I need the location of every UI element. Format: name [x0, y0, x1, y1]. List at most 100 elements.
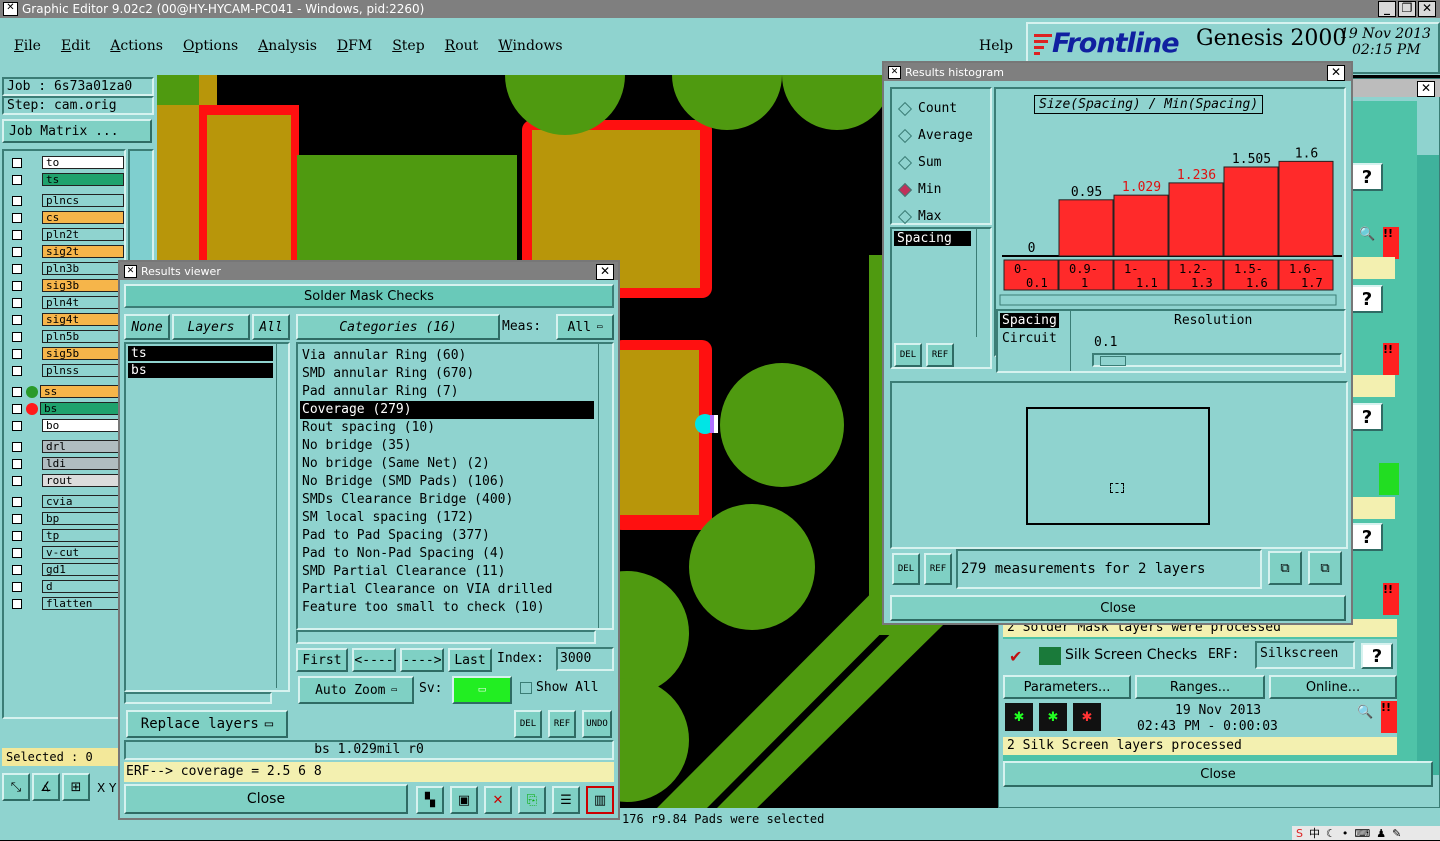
- category-item[interactable]: Via annular Ring (60): [300, 347, 594, 365]
- help-button-2[interactable]: ?: [1351, 285, 1383, 313]
- layer-checkbox[interactable]: [12, 513, 22, 524]
- silk-help-button[interactable]: ?: [1361, 643, 1393, 669]
- menu-file[interactable]: File: [14, 38, 41, 54]
- tray-moon-icon[interactable]: ☾: [1326, 827, 1336, 840]
- layer-checkbox[interactable]: [12, 420, 22, 431]
- layer-name[interactable]: ldi: [42, 457, 124, 470]
- layer-row-gd1[interactable]: gd1: [4, 561, 124, 578]
- grid-tool-icon[interactable]: ⊞: [62, 773, 90, 801]
- all-layers-button[interactable]: All: [252, 314, 290, 340]
- layer-checkbox[interactable]: [12, 598, 22, 609]
- layer-name[interactable]: ts: [42, 173, 124, 186]
- layer-name[interactable]: gd1: [42, 563, 124, 576]
- layer-list-hscroll[interactable]: [124, 692, 272, 704]
- category-item[interactable]: SMD annular Ring (670): [300, 365, 594, 383]
- resolution-slider[interactable]: [1092, 353, 1342, 367]
- layer-checkbox[interactable]: [12, 212, 22, 223]
- category-item[interactable]: SM local spacing (172): [300, 509, 594, 527]
- viewer-close-button[interactable]: Close: [124, 784, 408, 814]
- layer-row-to[interactable]: to: [4, 154, 124, 171]
- layer-row-pln4t[interactable]: pln4t: [4, 294, 124, 311]
- radio-diamond-icon[interactable]: [897, 182, 913, 197]
- layer-checkbox[interactable]: [12, 564, 22, 575]
- layer-name[interactable]: sig2t: [42, 245, 124, 258]
- export-image-icon[interactable]: ⧉: [1268, 551, 1302, 585]
- layer-row-sig3b[interactable]: sig3b: [4, 277, 124, 294]
- severity-dropdown[interactable]: ▭: [452, 676, 512, 704]
- layer-checkbox[interactable]: [12, 195, 22, 206]
- export-icon[interactable]: ▣: [450, 786, 478, 814]
- viewer-undo-button[interactable]: UNDO: [582, 710, 612, 738]
- zoom-tool-icon[interactable]: ⤡: [2, 773, 30, 801]
- tray-s-icon[interactable]: S: [1296, 827, 1303, 840]
- layer-row-plncs[interactable]: plncs: [4, 192, 124, 209]
- menu-analysis[interactable]: Analysis: [258, 38, 317, 54]
- layer-name[interactable]: cvia: [42, 495, 124, 508]
- histogram-del-button-top[interactable]: DEL: [894, 343, 922, 367]
- layer-name[interactable]: sig5b: [42, 347, 124, 360]
- category-item[interactable]: Pad annular Ring (7): [300, 383, 594, 401]
- meas-dropdown[interactable]: All ▭: [556, 314, 614, 340]
- radio-diamond-icon[interactable]: [897, 101, 913, 116]
- minimize-icon[interactable]: _: [1378, 1, 1396, 17]
- layer-row-bp[interactable]: bp: [4, 510, 124, 527]
- aggregation-option-count[interactable]: Count: [892, 95, 990, 122]
- category-item[interactable]: Rout spacing (10): [300, 419, 594, 437]
- layer-row-tp[interactable]: tp: [4, 527, 124, 544]
- layer-row-ldi[interactable]: ldi: [4, 455, 124, 472]
- layer-checkbox[interactable]: [12, 475, 22, 486]
- resolution-list-scrollbar[interactable]: [1070, 311, 1084, 371]
- menu-dfm[interactable]: DFM: [337, 38, 372, 54]
- last-button[interactable]: Last: [448, 648, 492, 672]
- run-step-icon[interactable]: ✱: [1039, 703, 1067, 731]
- category-item[interactable]: No bridge (35): [300, 437, 594, 455]
- ranges-button[interactable]: Ranges...: [1135, 675, 1265, 699]
- category-item[interactable]: Partial Clearance on VIA drilled: [300, 581, 594, 599]
- layer-row-v-cut[interactable]: v-cut: [4, 544, 124, 561]
- aggregation-option-min[interactable]: Min: [892, 176, 990, 203]
- layer-checkbox[interactable]: [12, 496, 22, 507]
- export-image-alt-icon[interactable]: ⧉: [1308, 551, 1342, 585]
- radio-diamond-icon[interactable]: [897, 128, 913, 143]
- erf-value-field[interactable]: Silkscreen: [1255, 641, 1355, 669]
- layer-name[interactable]: plncs: [42, 194, 124, 207]
- layer-row-sig2t[interactable]: sig2t: [4, 243, 124, 260]
- layers-button[interactable]: Layers: [172, 314, 250, 340]
- close-icon[interactable]: ✕: [1418, 1, 1436, 17]
- copy-results-icon[interactable]: ⎘: [518, 786, 546, 814]
- histogram-bar[interactable]: [1058, 199, 1114, 257]
- radio-diamond-icon[interactable]: [897, 209, 913, 224]
- histogram-ref-button[interactable]: REF: [924, 553, 952, 585]
- help-button-1[interactable]: ?: [1351, 163, 1383, 191]
- checks-panel-close-icon[interactable]: ✕: [1417, 81, 1435, 97]
- first-button[interactable]: First: [296, 648, 348, 672]
- layer-row-sig5b[interactable]: sig5b: [4, 345, 124, 362]
- layer-checkbox[interactable]: [12, 365, 22, 376]
- layer-checkbox[interactable]: [12, 441, 22, 452]
- categories-vscroll[interactable]: [598, 344, 612, 628]
- histogram-bar[interactable]: [1113, 194, 1169, 257]
- silk-zoom-icon[interactable]: 🔍: [1357, 705, 1381, 729]
- menu-options[interactable]: Options: [183, 38, 238, 54]
- histogram-close-button[interactable]: Close: [890, 595, 1346, 621]
- layer-name[interactable]: flatten: [42, 597, 124, 610]
- category-item[interactable]: Coverage (279): [300, 401, 594, 419]
- layer-name[interactable]: v-cut: [42, 546, 124, 559]
- online-button[interactable]: Online...: [1269, 675, 1397, 699]
- layer-row-drl[interactable]: drl: [4, 438, 124, 455]
- menu-rout[interactable]: Rout: [445, 38, 479, 54]
- layer-checkbox[interactable]: [12, 174, 22, 185]
- maximize-icon[interactable]: ❐: [1398, 1, 1416, 17]
- category-item[interactable]: SMDs Clearance Bridge (400): [300, 491, 594, 509]
- category-item[interactable]: Pad to Pad Spacing (377): [300, 527, 594, 545]
- tray-dot-icon[interactable]: •: [1342, 827, 1349, 840]
- histogram-del-button[interactable]: DEL: [892, 553, 920, 585]
- layer-name[interactable]: cs: [42, 211, 124, 224]
- category-item[interactable]: SMD Partial Clearance (11): [300, 563, 594, 581]
- layer-row-d[interactable]: d: [4, 578, 124, 595]
- layer-checkbox[interactable]: [12, 246, 22, 257]
- resolution-item-spacing[interactable]: Spacing: [1000, 313, 1059, 328]
- measure-tool-icon[interactable]: ∡: [32, 773, 60, 801]
- layer-checkbox[interactable]: [12, 280, 22, 291]
- aggregation-option-sum[interactable]: Sum: [892, 149, 990, 176]
